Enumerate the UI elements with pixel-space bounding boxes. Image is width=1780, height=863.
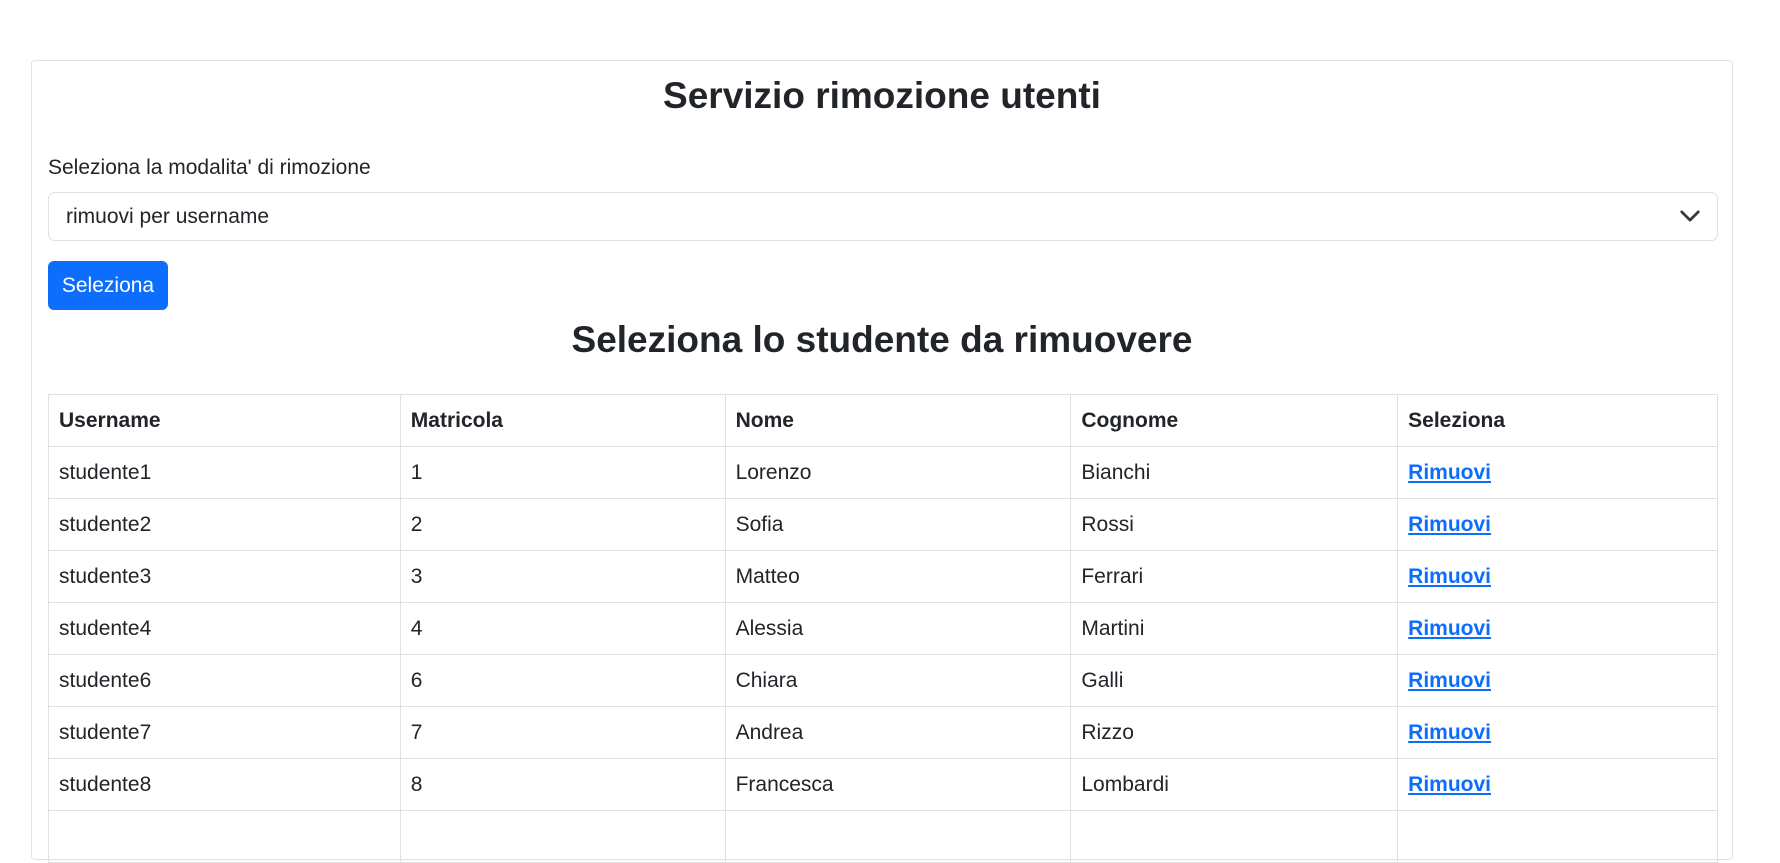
column-header-matricola: Matricola (399, 394, 726, 447)
cell-nome: Sofia (724, 498, 1072, 551)
section-title: Seleziona lo studente da rimuovere (571, 319, 1193, 360)
cell-action: Rimuovi (1397, 498, 1718, 551)
select-mode-button[interactable]: Seleziona (48, 261, 168, 310)
cell-cognome: Martini (1070, 602, 1399, 655)
cell-nome: Andrea (724, 706, 1072, 759)
remove-link[interactable]: Rimuovi (1408, 773, 1491, 796)
cell-username: studente6 (48, 654, 401, 707)
cell-action: Rimuovi (1397, 602, 1718, 655)
cell-matricola: 8 (399, 758, 726, 811)
cell-matricola (399, 810, 726, 863)
cell-action: Rimuovi (1397, 446, 1718, 499)
cell-action: Rimuovi (1397, 706, 1718, 759)
remove-link[interactable]: Rimuovi (1408, 461, 1491, 484)
table-row: studente3 3 Matteo Ferrari Rimuovi (48, 550, 1718, 603)
column-header-username: Username (48, 394, 401, 447)
table-row: studente2 2 Sofia Rossi Rimuovi (48, 498, 1718, 551)
cell-cognome (1070, 810, 1399, 863)
page-title: Servizio rimozione utenti (663, 75, 1101, 116)
cell-username: studente3 (48, 550, 401, 603)
removal-mode-label: Seleziona la modalita' di rimozione (48, 156, 371, 179)
cell-nome (724, 810, 1072, 863)
cell-nome: Francesca (724, 758, 1072, 811)
table-row (48, 810, 1718, 863)
cell-cognome: Ferrari (1070, 550, 1399, 603)
cell-action: Rimuovi (1397, 654, 1718, 707)
cell-nome: Lorenzo (724, 446, 1072, 499)
cell-cognome: Bianchi (1070, 446, 1399, 499)
removal-mode-selected-value: rimuovi per username (66, 205, 270, 228)
table-header-row: Username Matricola Nome Cognome Selezion… (48, 394, 1718, 447)
cell-matricola: 3 (399, 550, 726, 603)
remove-link[interactable]: Rimuovi (1408, 617, 1491, 640)
chevron-down-icon (1680, 210, 1700, 222)
table-row: studente7 7 Andrea Rizzo Rimuovi (48, 706, 1718, 759)
remove-link[interactable]: Rimuovi (1408, 513, 1491, 536)
remove-link[interactable]: Rimuovi (1408, 721, 1491, 744)
cell-cognome: Lombardi (1070, 758, 1399, 811)
cell-matricola: 2 (399, 498, 726, 551)
remove-link[interactable]: Rimuovi (1408, 565, 1491, 588)
cell-matricola: 4 (399, 602, 726, 655)
cell-action: Rimuovi (1397, 758, 1718, 811)
cell-username (48, 810, 401, 863)
column-header-seleziona: Seleziona (1397, 394, 1718, 447)
cell-action: Rimuovi (1397, 550, 1718, 603)
cell-cognome: Rossi (1070, 498, 1399, 551)
cell-matricola: 1 (399, 446, 726, 499)
cell-cognome: Galli (1070, 654, 1399, 707)
cell-username: studente8 (48, 758, 401, 811)
cell-username: studente2 (48, 498, 401, 551)
column-header-nome: Nome (724, 394, 1072, 447)
cell-nome: Chiara (724, 654, 1072, 707)
column-header-cognome: Cognome (1070, 394, 1399, 447)
cell-username: studente7 (48, 706, 401, 759)
removal-mode-select[interactable]: rimuovi per username (48, 192, 1718, 241)
students-table: Username Matricola Nome Cognome Selezion… (48, 394, 1718, 863)
table-row: studente8 8 Francesca Lombardi Rimuovi (48, 758, 1718, 811)
cell-username: studente4 (48, 602, 401, 655)
cell-username: studente1 (48, 446, 401, 499)
cell-matricola: 6 (399, 654, 726, 707)
cell-matricola: 7 (399, 706, 726, 759)
table-row: studente4 4 Alessia Martini Rimuovi (48, 602, 1718, 655)
table-row: studente1 1 Lorenzo Bianchi Rimuovi (48, 446, 1718, 499)
table-row: studente6 6 Chiara Galli Rimuovi (48, 654, 1718, 707)
cell-nome: Alessia (724, 602, 1072, 655)
cell-cognome: Rizzo (1070, 706, 1399, 759)
cell-nome: Matteo (724, 550, 1072, 603)
removal-card: Servizio rimozione utenti Seleziona la m… (31, 60, 1733, 863)
cell-action (1397, 810, 1718, 863)
remove-link[interactable]: Rimuovi (1408, 669, 1491, 692)
